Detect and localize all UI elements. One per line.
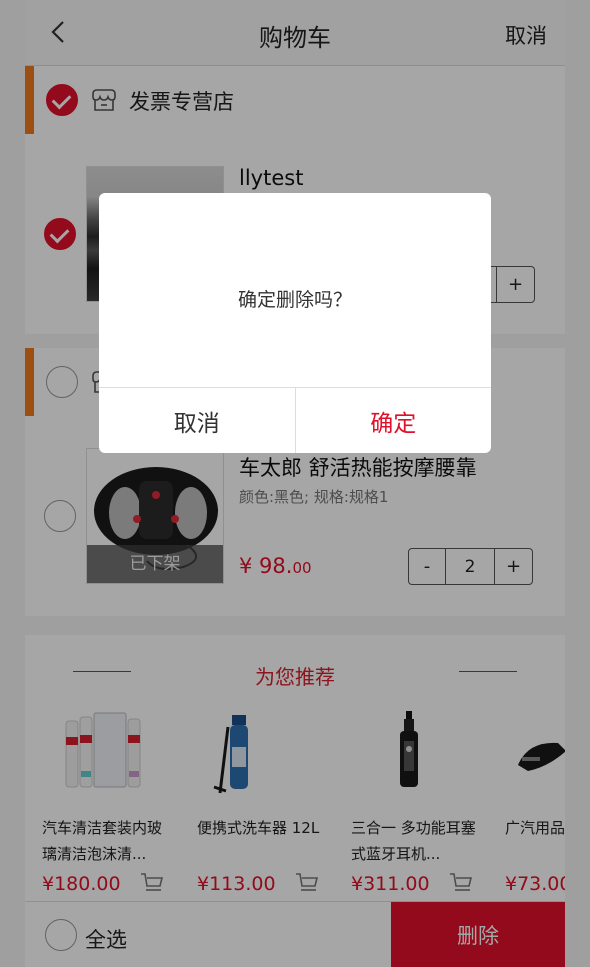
dialog-cancel-button[interactable]: 取消 — [99, 388, 296, 453]
dialog-confirm-button[interactable]: 确定 — [296, 388, 492, 453]
confirm-dialog: 确定删除吗？ 取消 确定 — [99, 193, 491, 453]
dialog-actions: 取消 确定 — [99, 387, 491, 453]
modal-backdrop[interactable] — [0, 0, 590, 967]
cart-page: 购物车 取消 发票专营店 llytest - + — [0, 0, 590, 967]
dialog-message: 确定删除吗？ — [237, 289, 352, 311]
